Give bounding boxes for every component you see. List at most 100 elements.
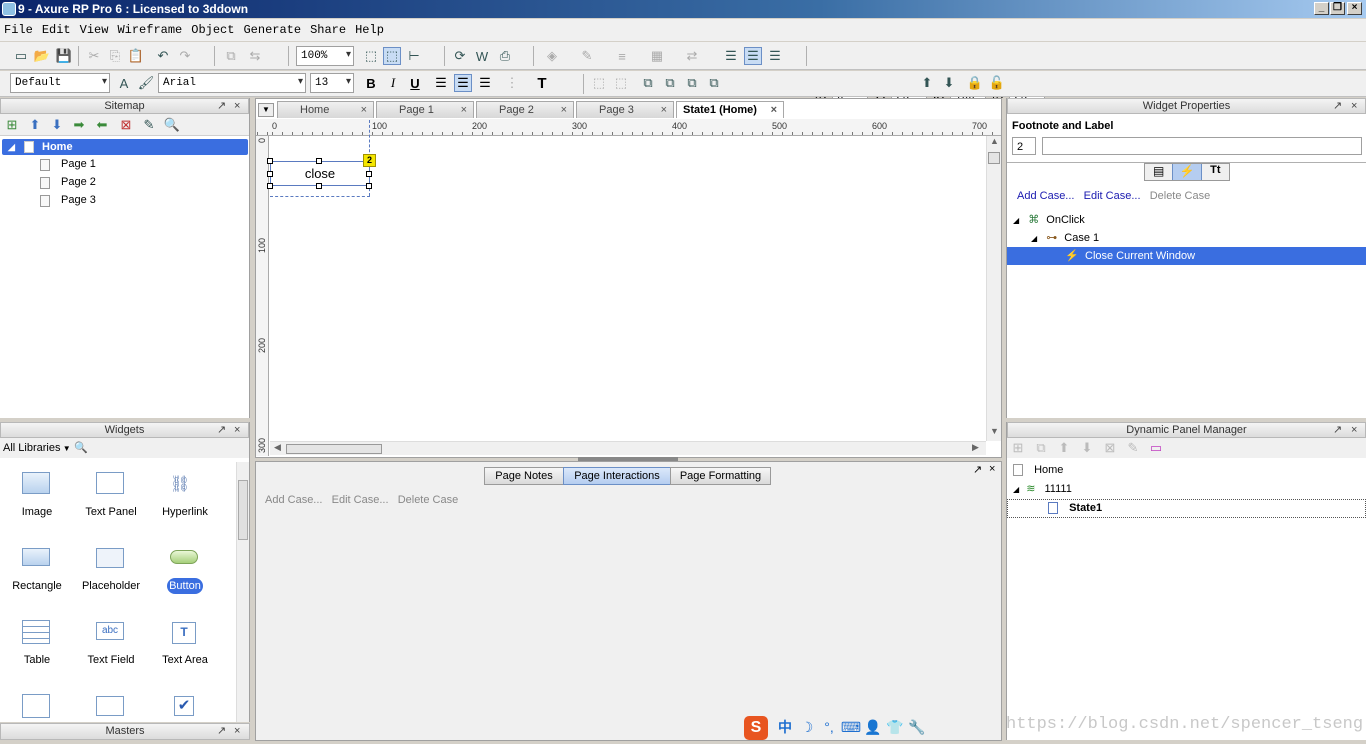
group-icon[interactable]: ⬚ <box>590 74 608 92</box>
ime-user-icon[interactable]: 👤 <box>862 716 884 738</box>
pin-icon[interactable]: ↗ <box>1333 99 1342 113</box>
delete-state-icon[interactable]: ⊠ <box>1101 439 1119 457</box>
add-page-icon[interactable]: ⊞ <box>3 116 21 134</box>
menu-view[interactable]: View <box>80 23 109 37</box>
text-area-widget-icon[interactable]: T <box>172 622 196 644</box>
align-center-icon[interactable]: ☰ <box>454 74 472 92</box>
delete-page-icon[interactable]: ⊠ <box>117 116 135 134</box>
rectangle-widget-icon[interactable] <box>22 548 50 566</box>
pin-icon[interactable]: ↗ <box>217 724 226 738</box>
collapse-arrow-icon[interactable]: ◢ <box>1013 216 1019 225</box>
search-icon[interactable]: 🔍 <box>163 116 181 134</box>
select-intersected-icon[interactable]: ⬚ <box>362 47 380 65</box>
connector-mode-icon[interactable]: ⊢ <box>405 47 423 65</box>
text-panel-widget-icon[interactable] <box>96 472 124 494</box>
onclick-event-node[interactable]: ◢ ⌘ OnClick <box>1013 213 1085 226</box>
footnote-input[interactable]: 2 <box>1012 137 1036 155</box>
ime-keyboard-icon[interactable]: ⌨ <box>840 716 862 738</box>
outdent-icon[interactable]: ⬅ <box>93 116 111 134</box>
page-properties-icon[interactable]: ✎ <box>140 116 158 134</box>
dpm-state1-node[interactable]: State1 <box>1007 499 1366 518</box>
dpm-home-node[interactable]: Home <box>1013 464 1063 477</box>
arrow-style-icon[interactable]: ⇄ <box>683 47 701 65</box>
redo-icon[interactable]: ↷ <box>176 47 194 65</box>
footnote-badge[interactable]: 2 <box>363 154 376 167</box>
open-folder-icon[interactable]: 📂 <box>33 47 51 65</box>
restore-button[interactable]: ❐ <box>1330 2 1345 15</box>
pin-icon[interactable]: ↗ <box>217 423 226 437</box>
close-tab-icon[interactable]: × <box>461 102 467 118</box>
edit-case-link[interactable]: Edit Case... <box>1084 190 1141 202</box>
format-painter-icon[interactable]: ⧉ <box>222 47 240 65</box>
delete-case-link[interactable]: Delete Case <box>1150 190 1211 202</box>
line-style-icon[interactable]: ▦ <box>648 47 666 65</box>
dpm-panel-node[interactable]: ◢ ≋ 11111 <box>1013 482 1072 495</box>
pin-icon[interactable]: ↗ <box>973 463 982 476</box>
sitemap-item-home[interactable]: ◢ Home <box>2 139 248 155</box>
canvas-h-scrollbar[interactable]: ◀ ▶ <box>270 441 986 455</box>
paste-icon[interactable]: 📋 <box>127 47 145 65</box>
close-panel-icon[interactable]: × <box>1351 423 1357 437</box>
sitemap-item-page1[interactable]: Page 1 <box>40 158 96 171</box>
ime-tools-icon[interactable]: 🔧 <box>906 716 928 738</box>
close-tab-icon[interactable]: × <box>561 102 567 118</box>
unlock-icon[interactable]: 🔓 <box>988 74 1006 92</box>
minimize-button[interactable]: _ <box>1314 2 1329 15</box>
tab-page-interactions[interactable]: Page Interactions <box>563 467 671 485</box>
move-down-icon[interactable]: ⬇ <box>48 116 66 134</box>
collapse-arrow-icon[interactable]: ◢ <box>8 139 15 155</box>
menu-generate[interactable]: Generate <box>243 23 301 37</box>
interactions-tab-icon[interactable]: ⚡ <box>1172 164 1202 180</box>
canvas[interactable]: close 2 <box>267 120 986 440</box>
resize-handle[interactable] <box>316 183 322 189</box>
hyperlink-widget-icon[interactable]: ⛓ <box>170 474 190 494</box>
send-back-icon[interactable]: ⧉ <box>705 74 723 92</box>
sitemap-item-page2[interactable]: Page 2 <box>40 176 96 189</box>
tab-page1[interactable]: Page 1 × <box>376 101 474 118</box>
move-up-icon[interactable]: ⬆ <box>1055 439 1073 457</box>
generate-csv-icon[interactable]: ⎙ <box>496 47 514 65</box>
indent-icon[interactable]: ➡ <box>70 116 88 134</box>
close-panel-icon[interactable]: × <box>234 423 240 437</box>
tab-list-dropdown[interactable]: ▼ <box>258 103 274 117</box>
send-backward-icon[interactable]: ⧉ <box>683 74 701 92</box>
lock-icon[interactable]: 🔒 <box>966 74 984 92</box>
move-up-icon[interactable]: ⬆ <box>918 74 936 92</box>
add-state-icon[interactable]: ⊞ <box>1009 439 1027 457</box>
tab-page-notes[interactable]: Page Notes <box>484 467 564 485</box>
align-right-icon[interactable]: ☰ <box>476 74 494 92</box>
select-contained-icon[interactable]: ⬚ <box>383 47 401 65</box>
font-size-select[interactable]: 13 <box>310 73 354 93</box>
format-brush-icon[interactable]: 🖌 <box>137 74 155 92</box>
generate-word-icon[interactable]: W <box>473 47 491 65</box>
connector-icon[interactable]: ⇆ <box>246 47 264 65</box>
menu-file[interactable]: File <box>4 23 33 37</box>
move-up-icon[interactable]: ⬆ <box>26 116 44 134</box>
zoom-select[interactable]: 100% <box>296 46 354 66</box>
case1-node[interactable]: ◢ ⊶ Case 1 <box>1031 231 1099 244</box>
button-widget-icon[interactable] <box>170 550 198 564</box>
menu-help[interactable]: Help <box>355 23 384 37</box>
ime-logo-icon[interactable]: S <box>744 716 768 740</box>
pin-icon[interactable]: ↗ <box>1333 423 1342 437</box>
resize-handle[interactable] <box>366 171 372 177</box>
checkbox-widget-icon[interactable]: ✔ <box>174 696 194 716</box>
cut-icon[interactable]: ✂ <box>85 47 103 65</box>
close-panel-icon[interactable]: × <box>1351 99 1357 113</box>
move-down-icon[interactable]: ⬇ <box>1078 439 1096 457</box>
widgets-scrollbar[interactable] <box>236 462 249 722</box>
resize-handle[interactable] <box>267 183 273 189</box>
close-tab-icon[interactable]: × <box>771 102 777 118</box>
add-case-link[interactable]: Add Case... <box>1017 190 1074 202</box>
bring-front-icon[interactable]: ⧉ <box>639 74 657 92</box>
bullet-list-icon[interactable]: ⋮ <box>503 74 521 92</box>
menu-wireframe[interactable]: Wireframe <box>117 23 182 37</box>
library-select[interactable]: All Libraries <box>3 442 60 454</box>
resize-handle[interactable] <box>267 171 273 177</box>
ime-moon-icon[interactable]: ☽ <box>796 716 818 738</box>
droplist-widget-icon[interactable] <box>96 696 124 716</box>
close-panel-icon[interactable]: × <box>989 463 995 475</box>
page-add-case-link[interactable]: Add Case... <box>265 494 322 506</box>
label-input[interactable] <box>1042 137 1362 155</box>
close-tab-icon[interactable]: × <box>661 102 667 118</box>
